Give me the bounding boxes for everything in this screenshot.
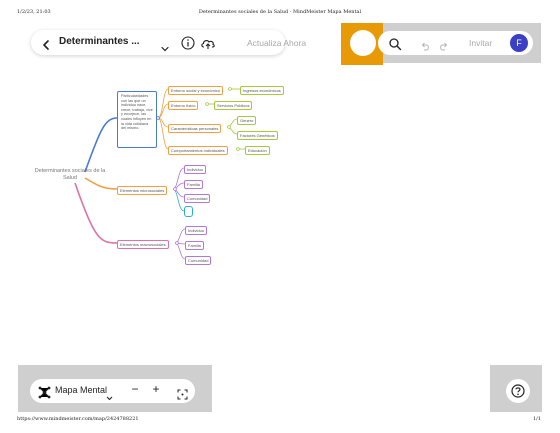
mindmap-node-micro-comunidad[interactable]: Comunidad: [184, 194, 211, 203]
print-page-number: 1/1: [532, 416, 541, 422]
redo-icon[interactable]: [438, 37, 449, 51]
info-icon[interactable]: [181, 35, 195, 50]
mindmap-node-servicios[interactable]: Servicios Públicos: [214, 101, 253, 110]
mindmap-node-macro-comunidad[interactable]: Comunidad: [185, 256, 212, 265]
map-toolbar: Determinantes ... Actualiza Ahora: [31, 30, 306, 55]
zoom-out-button[interactable]: −: [130, 382, 140, 396]
chevron-down-icon[interactable]: [106, 387, 113, 401]
mindmap-node-macro-individuo[interactable]: Individuo: [185, 226, 208, 235]
view-toolbar: Mapa Mental − +: [30, 379, 195, 403]
print-footer: https://www.mindmeister.com/map/24247882…: [0, 416, 560, 426]
map-title[interactable]: Determinantes ...: [59, 36, 140, 47]
chevron-down-icon[interactable]: [161, 38, 169, 52]
undo-icon[interactable]: [420, 37, 431, 51]
print-header: 1/2/23, 21:03 Determinantes sociales de …: [0, 9, 560, 19]
mindmap-node-empty-selected[interactable]: [184, 206, 193, 217]
mindmap-node-entorno-social[interactable]: Entorno social y económico: [168, 86, 223, 95]
mindmap-node-macrosociales[interactable]: Elementos macrosociales: [117, 240, 169, 249]
mindmap-node-ingresos[interactable]: Ingresos económicos: [240, 86, 284, 95]
mindmap-node-genero[interactable]: Genero: [237, 116, 257, 125]
user-avatar[interactable]: F: [510, 34, 528, 52]
mindmap-root-node[interactable]: Determinantes sociales de la Salud: [30, 168, 110, 182]
print-page-title: Determinantes sociales de la Salud - Min…: [198, 9, 362, 15]
mind-map-icon[interactable]: [38, 384, 51, 399]
help-icon: [511, 384, 525, 398]
highlight-circle[interactable]: [350, 30, 376, 56]
invite-button[interactable]: Invitar: [469, 38, 492, 48]
mindmap-node-macro-familia[interactable]: Familia: [185, 241, 204, 250]
back-arrow-icon[interactable]: [40, 36, 52, 50]
mindmap-node-definition[interactable]: Particularidades con las que un individu…: [117, 91, 157, 148]
view-mode-label[interactable]: Mapa Mental: [55, 385, 107, 395]
sync-status[interactable]: Actualiza Ahora: [247, 38, 306, 48]
mindmap-node-caracteristicas[interactable]: Características personales: [168, 124, 222, 133]
mindmap-node-microsociales[interactable]: Elementos microsociales: [117, 186, 168, 195]
collaboration-toolbar: Invitar F: [378, 31, 533, 55]
mindmap-node-micro-familia[interactable]: Familia: [184, 180, 203, 189]
mindmap-node-comportamientos[interactable]: Comportamientos individuales: [168, 146, 228, 155]
zoom-in-button[interactable]: +: [151, 382, 161, 396]
fit-to-screen-icon[interactable]: [177, 385, 188, 400]
mindmap-node-factores-geneticos[interactable]: Factores Genéticos: [237, 131, 278, 140]
help-button[interactable]: [506, 379, 530, 403]
mindmap-node-entorno-fisico[interactable]: Entorno físico: [168, 101, 199, 110]
print-url: https://www.mindmeister.com/map/24247882…: [17, 416, 139, 422]
mindmap-node-micro-individuo[interactable]: Individuo: [184, 165, 207, 174]
search-icon[interactable]: [388, 36, 402, 51]
mindmap-node-educacion[interactable]: Educación: [245, 146, 270, 155]
cloud-upload-icon[interactable]: [200, 35, 216, 49]
